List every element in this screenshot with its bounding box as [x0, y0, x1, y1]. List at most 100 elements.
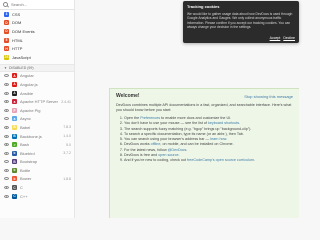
bottle-icon: b [12, 167, 17, 173]
sidebar-item-label: Async [20, 116, 31, 122]
search-input[interactable] [11, 2, 71, 7]
eye-icon[interactable] [4, 151, 9, 155]
sidebar-item[interactable]: a Apache HTTP Server 2.4.41 [0, 97, 74, 106]
sidebar-item[interactable]: B Babel 7.8.3 [0, 123, 74, 132]
sidebar-item[interactable]: b Bluebird 3.7.2 [0, 149, 74, 158]
step-text-after: . [253, 158, 255, 163]
eye-icon[interactable] [4, 74, 9, 78]
ansible-icon: A [12, 90, 17, 96]
sidebar-item-label: Bower [20, 176, 32, 182]
sidebar-item-label: DOM Events [12, 28, 35, 34]
cookie-title: Tracking cookies [187, 4, 220, 9]
sidebar-item-label: Apache Pig [20, 107, 41, 113]
eye-icon[interactable] [4, 82, 9, 86]
sidebar-item-label: JavaScript [12, 54, 31, 60]
sidebar-item[interactable]: A Angular.js [0, 80, 74, 89]
cpp-icon: C [12, 193, 17, 199]
eye-icon[interactable] [4, 100, 9, 104]
tracking-cookies-popup: Tracking cookies We would like to gather… [183, 1, 299, 43]
eye-icon[interactable] [4, 134, 9, 138]
eye-icon[interactable] [4, 91, 9, 95]
sidebar-item[interactable]: A Ansible [0, 89, 74, 98]
stop-showing-link[interactable]: Stop showing this message [244, 94, 293, 99]
step-text: And if you're new to coding, check out [124, 158, 188, 163]
bower-icon: b [12, 176, 17, 182]
sidebar-item[interactable]: > Bash 5.0 [0, 140, 74, 149]
sidebar-item-label: Bluebird [20, 150, 35, 156]
sidebar-item[interactable]: p Apache Pig [0, 106, 74, 115]
welcome-intro: DevDocs combines multiple API documentat… [116, 103, 292, 112]
step-link[interactable]: keyboard shortcuts [208, 121, 239, 125]
eye-icon[interactable] [4, 108, 9, 112]
step-link[interactable]: @DevDocs [168, 148, 187, 152]
sidebar-item-label: Angular.js [20, 81, 38, 87]
step-text: You don't have to use your mouse — see t… [124, 121, 208, 126]
sidebar-item[interactable]: a Async [0, 115, 74, 124]
disabled-section-label: DISABLED (99) [8, 65, 34, 70]
c-icon: C [12, 185, 17, 191]
sidebar-item[interactable]: D DOM Events [0, 27, 74, 36]
step-text-after: . [178, 153, 180, 158]
welcome-step: And if you're new to coding, check out f… [124, 158, 293, 163]
css3-icon: 3 [4, 11, 9, 17]
sidebar-item[interactable]: b Bower 1.8.8 [0, 175, 74, 184]
step-link[interactable]: open source [158, 153, 178, 157]
babel-icon: B [12, 124, 17, 130]
eye-icon[interactable] [4, 160, 9, 164]
decline-button[interactable]: Decline [283, 36, 295, 40]
sidebar-item[interactable]: CC [0, 183, 74, 192]
sidebar-item[interactable]: B Bootstrap [0, 158, 74, 167]
sidebar-item[interactable]: H HTTP [0, 44, 74, 53]
sidebar-item[interactable]: 5 HTML [0, 36, 74, 45]
accept-button[interactable]: Accept [270, 36, 281, 40]
sidebar-item-label: C [20, 185, 23, 191]
sidebar-item[interactable]: D DOM [0, 19, 74, 28]
sidebar-item-label: Bash [20, 142, 30, 148]
welcome-notice: Welcome! Stop showing this message DevDo… [109, 88, 299, 218]
eye-icon[interactable] [4, 168, 9, 172]
step-link[interactable]: offline [151, 142, 161, 146]
step-link[interactable]: learn how [210, 137, 226, 141]
step-text-after: to enable more docs and customize the UI… [160, 116, 232, 120]
eye-icon[interactable] [4, 125, 9, 129]
sidebar-item[interactable]: C C++ [0, 192, 74, 201]
sidebar-item-label: Bottle [20, 167, 31, 173]
disabled-section-header[interactable]: ▼ DISABLED (99) [0, 63, 74, 72]
step-text: You can search using your browser's addr… [124, 137, 211, 142]
async-icon: a [12, 116, 17, 122]
welcome-steps: Open the Preferences to enable more docs… [116, 116, 293, 164]
sidebar-item-label: Angular [20, 73, 34, 79]
sidebar-item[interactable]: JS JavaScript [0, 53, 74, 62]
sidebar-item[interactable]: b Bottle [0, 166, 74, 175]
step-link[interactable]: Preferences [140, 116, 160, 120]
apache-pig-icon: p [12, 107, 17, 113]
http-icon: H [4, 46, 9, 52]
sidebar-item-label: C++ [20, 193, 28, 199]
angular-icon: A [12, 73, 17, 79]
sidebar-item-label: CSS [12, 11, 21, 17]
step-text-after: . [226, 137, 228, 142]
sidebar-item-label: Backbone.js [20, 133, 42, 139]
sidebar-item[interactable]: 3 CSS [0, 10, 74, 19]
html5-icon: 5 [4, 37, 9, 43]
sidebar-item-label: HTML [12, 37, 23, 43]
search-bar [0, 0, 74, 10]
step-text: For the latest news, follow [124, 147, 168, 152]
sidebar-item[interactable]: B Backbone.js 1.4.0 [0, 132, 74, 141]
cookie-text: We would like to gather usage data about… [187, 12, 293, 30]
step-text: DevDocs is free and [124, 153, 159, 158]
step-link[interactable]: freeCodeCamp's open source curriculum [187, 158, 254, 162]
eye-icon[interactable] [4, 194, 9, 198]
step-text-after: , on mobile, and can be installed on Chr… [160, 142, 234, 147]
eye-icon[interactable] [4, 186, 9, 190]
apache-icon: a [12, 99, 17, 105]
eye-icon[interactable] [4, 117, 9, 121]
sidebar-item-label: DOM [12, 20, 22, 26]
enabled-docs-list: 3 CSS D DOM D DOM Events 5 HTML H HTTP JS JavaScrip… [0, 10, 74, 62]
sidebar-item-label: HTTP [12, 46, 23, 52]
sidebar-item[interactable]: A Angular [0, 72, 74, 81]
eye-icon[interactable] [4, 143, 9, 147]
angularjs-icon: A [12, 81, 17, 87]
version-label: 1.4.0 [63, 134, 71, 139]
eye-icon[interactable] [4, 177, 9, 181]
